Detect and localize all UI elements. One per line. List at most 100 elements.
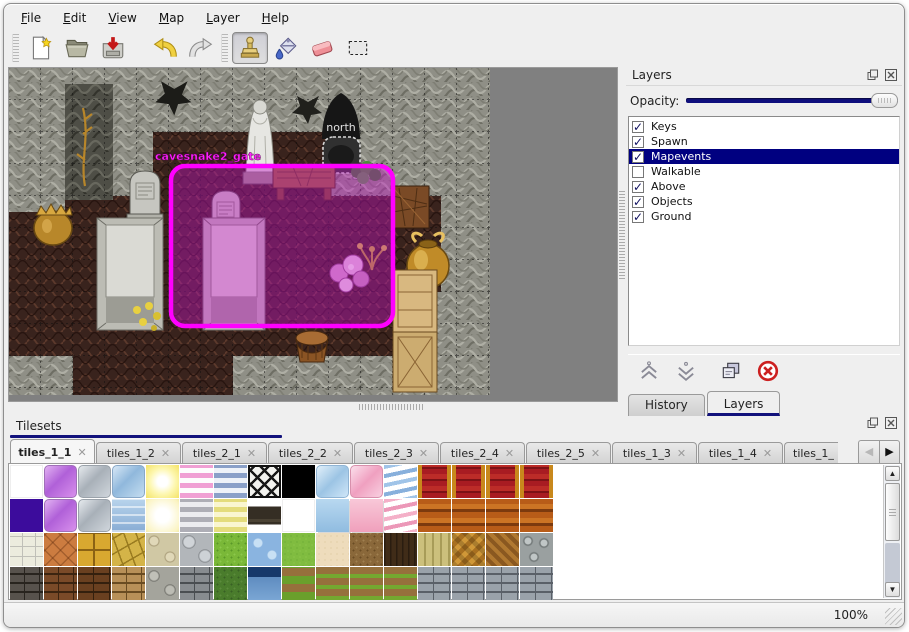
tileset-tile-grass-path[interactable] bbox=[384, 567, 417, 600]
eraser-tool-button[interactable] bbox=[304, 32, 340, 64]
tileset-tab-tiles_2_2[interactable]: tiles_2_2✕ bbox=[268, 442, 353, 464]
tileset-tile-grass-path[interactable] bbox=[316, 567, 349, 600]
tileset-tile-white[interactable] bbox=[10, 465, 43, 498]
layer-row-mapevents[interactable]: ✓Mapevents bbox=[629, 149, 899, 164]
tileset-tile-carpet-red[interactable] bbox=[486, 465, 519, 498]
tileset-tile-glow-pale[interactable] bbox=[146, 499, 179, 532]
tileset-tab-tiles_2_5[interactable]: tiles_2_5✕ bbox=[526, 442, 611, 464]
fill-tool-button[interactable] bbox=[268, 32, 304, 64]
lower-layer-button[interactable] bbox=[673, 358, 699, 384]
tab-scroll-left-button[interactable]: ◀ bbox=[858, 440, 879, 464]
float-tilesets-button[interactable] bbox=[865, 416, 880, 430]
tileset-tile-wood-dark[interactable] bbox=[384, 533, 417, 566]
tileset-tile-carpet-red[interactable] bbox=[452, 465, 485, 498]
open-button[interactable] bbox=[59, 32, 95, 64]
redo-button[interactable] bbox=[183, 32, 219, 64]
tileset-tab-tiles_1_1[interactable]: tiles_1_1✕ bbox=[10, 439, 95, 464]
tileset-tile-brick-gray2[interactable] bbox=[418, 567, 451, 600]
tileset-tile-hedge[interactable] bbox=[214, 567, 247, 600]
tileset-tile-carpet-orange[interactable] bbox=[452, 499, 485, 532]
new-map-button[interactable] bbox=[23, 32, 59, 64]
tileset-tile-brick-brown2[interactable] bbox=[78, 567, 111, 600]
tileset-tile-brick-gray2[interactable] bbox=[486, 567, 519, 600]
tileset-tile-water2[interactable] bbox=[248, 533, 281, 566]
opacity-slider-handle[interactable] bbox=[871, 93, 898, 108]
undo-button[interactable] bbox=[147, 32, 183, 64]
tileset-tile-glass-purple[interactable] bbox=[44, 465, 77, 498]
tileset-tile-swatch-pink[interactable] bbox=[350, 499, 383, 532]
tab-close-icon[interactable]: ✕ bbox=[419, 447, 428, 460]
dock-tab-history[interactable]: History bbox=[628, 394, 705, 416]
tileset-tile-glass-gray[interactable] bbox=[78, 499, 111, 532]
toolbar-grip[interactable] bbox=[12, 34, 19, 62]
menu-layer[interactable]: Layer bbox=[197, 9, 248, 27]
opacity-slider[interactable] bbox=[686, 92, 898, 109]
tileset-tile-ribbon-blue[interactable] bbox=[384, 465, 417, 498]
tileset-tile-lattice[interactable] bbox=[248, 465, 281, 498]
dock-splitter[interactable] bbox=[619, 189, 625, 279]
tileset-tab-tiles_1_[interactable]: tiles_1_ bbox=[784, 442, 838, 464]
tab-close-icon[interactable]: ✕ bbox=[247, 447, 256, 460]
tab-close-icon[interactable]: ✕ bbox=[591, 447, 600, 460]
tileset-tile-grass[interactable] bbox=[214, 533, 247, 566]
menu-file[interactable]: File bbox=[12, 9, 50, 27]
tileset-tile-white[interactable] bbox=[282, 499, 315, 532]
toolbar-grip[interactable] bbox=[221, 34, 228, 62]
tileset-tile-glass-gray[interactable] bbox=[78, 465, 111, 498]
scroll-down-button[interactable]: ▼ bbox=[885, 582, 900, 597]
tab-close-icon[interactable]: ✕ bbox=[77, 446, 86, 459]
tileset-tile-tiles-gold[interactable] bbox=[78, 533, 111, 566]
tileset-tile-flag-yellow[interactable] bbox=[112, 533, 145, 566]
tileset-tile-glass-purple[interactable] bbox=[44, 499, 77, 532]
layer-row-keys[interactable]: ✓Keys bbox=[629, 119, 899, 134]
tileset-tile-water[interactable] bbox=[112, 499, 145, 532]
tileset-tile-sand[interactable] bbox=[316, 533, 349, 566]
horizontal-splitter[interactable] bbox=[359, 404, 423, 410]
layer-checkbox[interactable]: ✓ bbox=[632, 181, 644, 193]
layer-checkbox[interactable]: ✓ bbox=[632, 136, 644, 148]
tileset-tile-stripes-yellow[interactable] bbox=[214, 499, 247, 532]
tileset-tile-wall-dark[interactable] bbox=[10, 567, 43, 600]
tileset-tile-dirt-path[interactable] bbox=[282, 567, 315, 600]
delete-layer-button[interactable] bbox=[755, 358, 781, 384]
tileset-tile-path-white[interactable] bbox=[10, 533, 43, 566]
float-dock-button[interactable] bbox=[865, 68, 880, 82]
tileset-tile-brick-gray2[interactable] bbox=[452, 567, 485, 600]
tileset-tile-stripes-gray[interactable] bbox=[180, 499, 213, 532]
tileset-tile-carpet-red[interactable] bbox=[418, 465, 451, 498]
tileset-tile-stripes-blue[interactable] bbox=[214, 465, 247, 498]
layer-checkbox[interactable]: ✓ bbox=[632, 196, 644, 208]
raise-layer-button[interactable] bbox=[636, 358, 662, 384]
scroll-up-button[interactable]: ▲ bbox=[885, 466, 900, 481]
menu-edit[interactable]: Edit bbox=[54, 9, 95, 27]
tileset-tile-brick-gray2[interactable] bbox=[520, 567, 553, 600]
tileset-tile-carpet-red[interactable] bbox=[520, 465, 553, 498]
tileset-tile-cobble-beige[interactable] bbox=[146, 533, 179, 566]
tileset-tile-glass-lightblue[interactable] bbox=[316, 465, 349, 498]
tileset-tile-weave[interactable] bbox=[452, 533, 485, 566]
tileset-tab-tiles_2_3[interactable]: tiles_2_3✕ bbox=[354, 442, 439, 464]
layer-row-objects[interactable]: ✓Objects bbox=[629, 194, 899, 209]
tileset-tile-brick-gray[interactable] bbox=[180, 567, 213, 600]
tileset-tab-tiles_2_4[interactable]: tiles_2_4✕ bbox=[440, 442, 525, 464]
tileset-tile-sign[interactable] bbox=[248, 499, 281, 532]
tileset-tile-ribbon-pink[interactable] bbox=[384, 499, 417, 532]
select-tool-button[interactable] bbox=[340, 32, 376, 64]
tileset-tile-black[interactable] bbox=[282, 465, 315, 498]
menu-view[interactable]: View bbox=[99, 9, 145, 27]
tileset-tile-water-edge[interactable] bbox=[248, 567, 281, 600]
tileset-tile-cobble-wall[interactable] bbox=[146, 567, 179, 600]
map-selection[interactable] bbox=[171, 166, 393, 326]
tab-close-icon[interactable]: ✕ bbox=[677, 447, 686, 460]
tileset-tile-bamboo[interactable] bbox=[418, 533, 451, 566]
scrollbar-thumb[interactable] bbox=[885, 483, 900, 541]
tileset-tile-glass-blue[interactable] bbox=[112, 465, 145, 498]
tileset-tab-tiles_2_1[interactable]: tiles_2_1✕ bbox=[182, 442, 267, 464]
layer-row-above[interactable]: ✓Above bbox=[629, 179, 899, 194]
layer-checkbox[interactable]: ✓ bbox=[632, 211, 644, 223]
tileset-tile-glow-yellow[interactable] bbox=[146, 465, 179, 498]
close-tilesets-button[interactable] bbox=[883, 416, 898, 430]
layer-checkbox[interactable]: ✓ bbox=[632, 121, 644, 133]
tileset-tile-carpet-orange[interactable] bbox=[520, 499, 553, 532]
menu-help[interactable]: Help bbox=[253, 9, 298, 27]
